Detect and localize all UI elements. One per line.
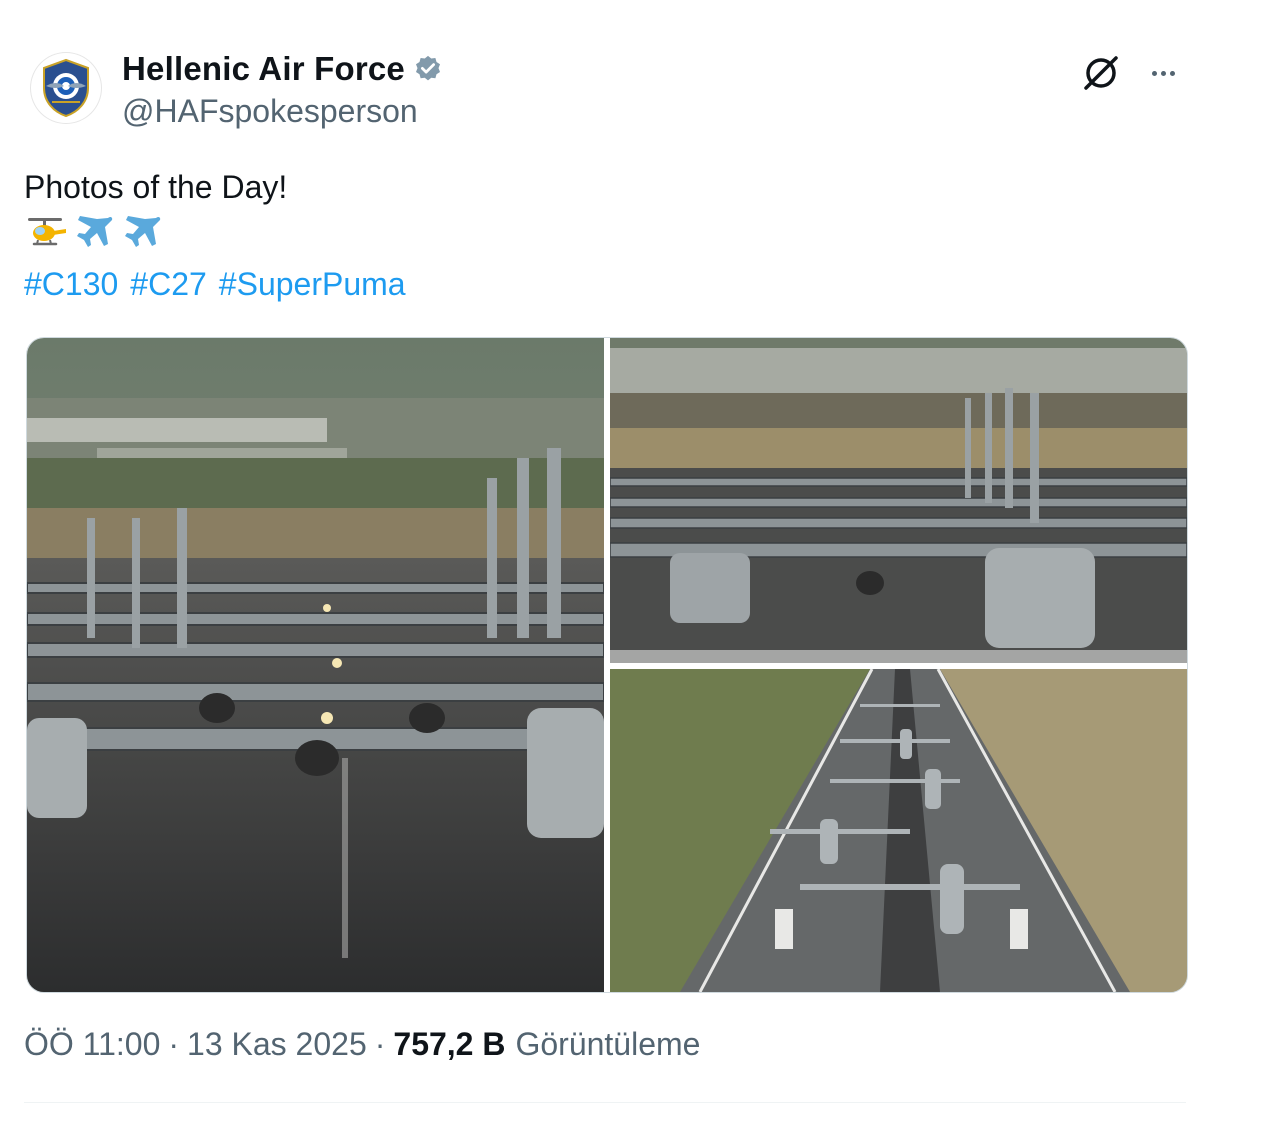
verified-badge-icon: [415, 55, 440, 81]
aerial-runway-image: [610, 669, 1187, 992]
photo-3[interactable]: [610, 669, 1187, 992]
hellenic-air-force-emblem-icon: [43, 58, 89, 118]
hashtag-link[interactable]: #C130: [24, 266, 118, 303]
photo-2[interactable]: [610, 338, 1187, 663]
meta-separator: ·: [168, 1026, 180, 1062]
aircraft-lineup-image: [27, 338, 604, 992]
display-name[interactable]: Hellenic Air Force: [122, 50, 405, 88]
aircraft-lineup-image: [610, 338, 1187, 663]
divider: [24, 1102, 1186, 1103]
airplane-icon: [125, 216, 161, 247]
hashtag-list: #C130 #C27 #SuperPuma: [24, 266, 406, 303]
grok-icon[interactable]: [1080, 52, 1122, 94]
views-count: 757,2 B: [393, 1026, 506, 1062]
media-grid: [26, 337, 1188, 993]
emoji-row: [24, 212, 164, 252]
avatar[interactable]: [30, 52, 102, 124]
more-options-icon[interactable]: [1140, 56, 1186, 90]
airplane-icon: [77, 216, 113, 247]
tweet-date[interactable]: 13 Kas 2025: [187, 1026, 367, 1063]
tweet-card: Hellenic Air Force @HAFspokesperson Phot…: [0, 0, 1280, 1121]
helicopter-icon: [28, 218, 66, 246]
photo-1[interactable]: [27, 338, 604, 992]
meta-separator: ·: [374, 1026, 386, 1062]
tweet-text: Photos of the Day!: [24, 169, 288, 205]
name-row: Hellenic Air Force: [122, 50, 443, 88]
hashtag-link[interactable]: #C27: [130, 266, 207, 303]
tweet-meta: ÖÖ 11:00 · 13 Kas 2025 · 757,2 B Görüntü…: [24, 1026, 700, 1063]
account-handle[interactable]: @HAFspokesperson: [122, 93, 418, 130]
views-label: Görüntüleme: [515, 1026, 701, 1062]
hashtag-link[interactable]: #SuperPuma: [219, 266, 406, 303]
tweet-time[interactable]: ÖÖ 11:00: [24, 1026, 160, 1063]
